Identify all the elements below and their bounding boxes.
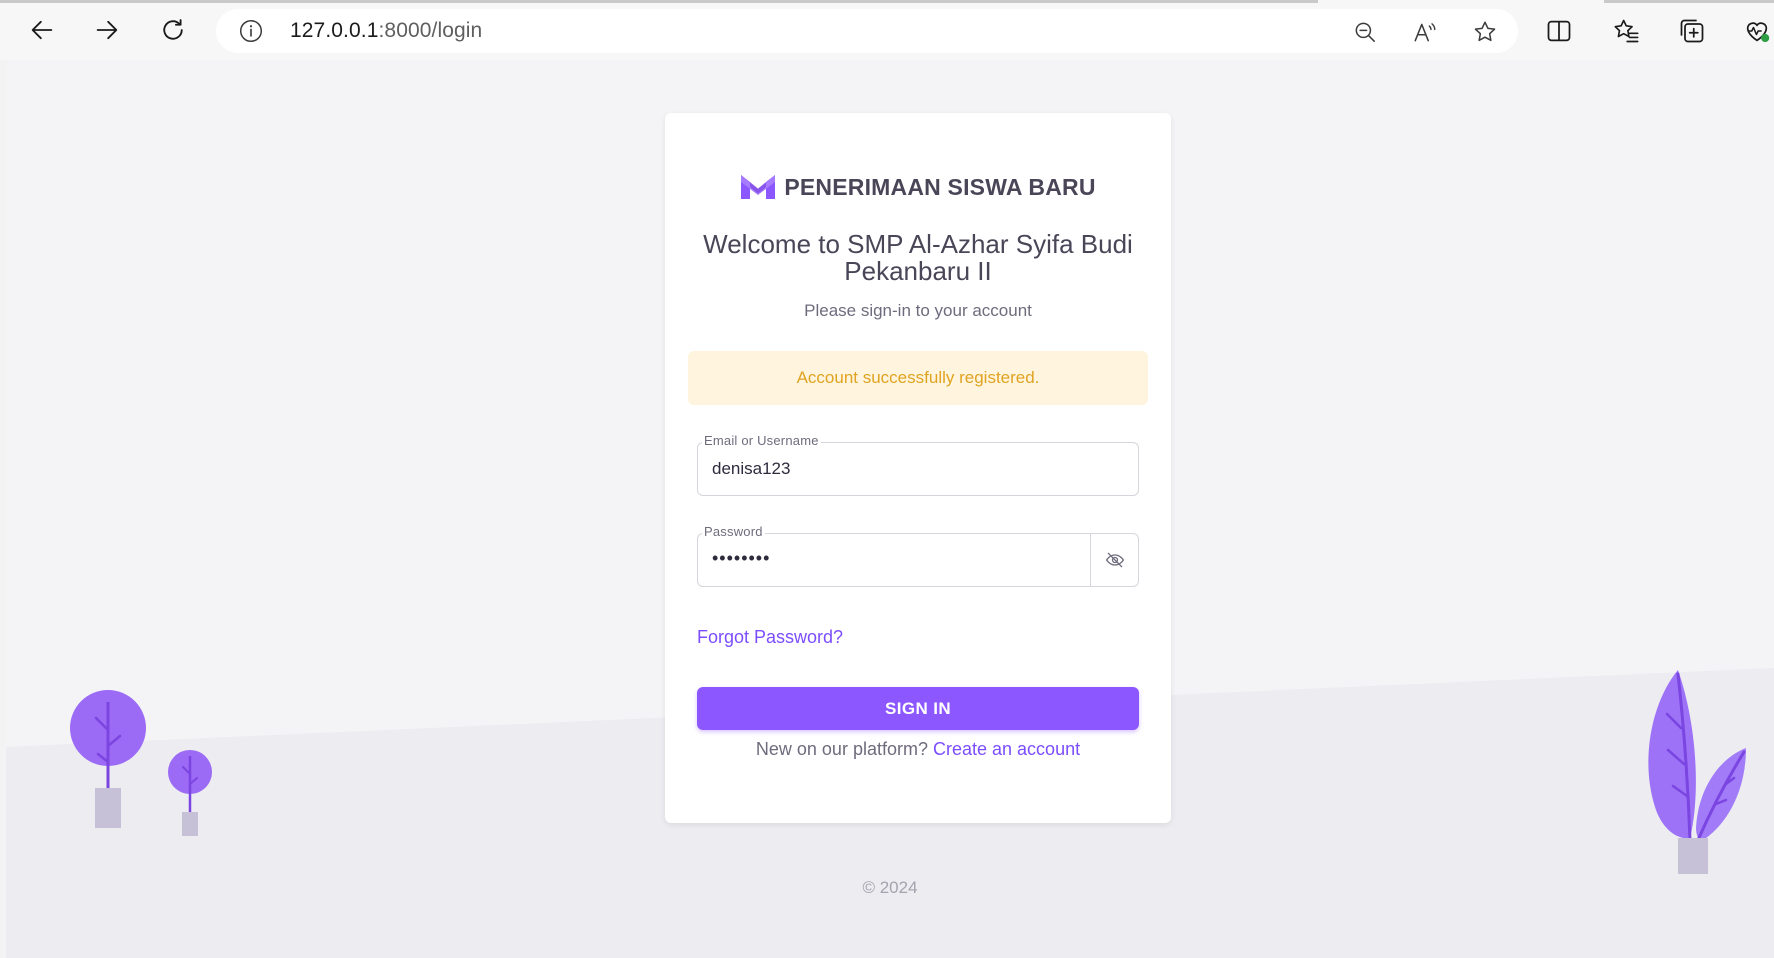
brand-header: PENERIMAAN SISWA BARU <box>665 173 1171 201</box>
password-label: Password <box>702 524 765 539</box>
password-field[interactable]: Password •••••••• <box>697 524 1139 587</box>
read-aloud-icon[interactable] <box>1410 17 1440 47</box>
zoom-out-icon[interactable] <box>1350 17 1380 47</box>
forgot-password-link[interactable]: Forgot Password? <box>697 627 843 648</box>
favorites-list-icon[interactable] <box>1609 14 1643 48</box>
arrow-right-icon <box>96 20 118 40</box>
create-account-link[interactable]: Create an account <box>933 739 1080 759</box>
url-path: :8000/login <box>378 19 483 42</box>
eye-off-icon <box>1105 552 1124 568</box>
arrow-left-icon <box>31 20 53 40</box>
email-field[interactable]: Email or Username denisa123 <box>697 433 1139 496</box>
site-info-icon[interactable] <box>238 18 264 44</box>
url-text[interactable]: 127.0.0.1:8000/login <box>290 19 482 43</box>
plant-left-small-icon <box>168 750 212 836</box>
success-alert: Account successfully registered. <box>688 351 1148 405</box>
refresh-icon <box>163 19 183 40</box>
loading-bar <box>0 0 1318 3</box>
password-input[interactable]: •••••••• <box>712 548 770 569</box>
back-button[interactable] <box>20 10 64 50</box>
register-prompt: New on our platform? Create an account <box>665 739 1171 760</box>
toggle-password-button[interactable] <box>1090 534 1138 586</box>
refresh-button[interactable] <box>151 10 195 50</box>
sign-in-label: SIGN IN <box>884 698 952 718</box>
email-label: Email or Username <box>702 433 821 448</box>
register-text: New on our platform? <box>755 739 928 759</box>
page-viewport: PENERIMAAN SISWA BARU Welcome to SMP Al-… <box>6 60 1774 958</box>
url-host: 127.0.0.1 <box>290 19 379 42</box>
collections-icon[interactable] <box>1675 14 1709 48</box>
forward-button[interactable] <box>85 10 129 50</box>
sign-in-button[interactable]: SIGN IN <box>697 687 1139 730</box>
address-bar[interactable]: 127.0.0.1:8000/login <box>216 9 1518 53</box>
login-card: PENERIMAAN SISWA BARU Welcome to SMP Al-… <box>665 113 1171 823</box>
loading-bar-end <box>1604 0 1774 3</box>
plant-right-icon <box>1648 670 1746 874</box>
alert-text: Account successfully registered. <box>796 368 1040 387</box>
brand-logo-icon <box>741 175 776 199</box>
welcome-heading: Welcome to SMP Al-Azhar Syifa Budi Pekan… <box>703 229 1133 286</box>
split-screen-icon[interactable] <box>1542 14 1576 48</box>
favorite-star-icon[interactable] <box>1470 17 1500 47</box>
browser-toolbar: 127.0.0.1:8000/login <box>0 0 1774 60</box>
browser-essentials-icon[interactable] <box>1740 14 1774 48</box>
copyright-footer: © 2024 <box>862 878 918 897</box>
brand-name: PENERIMAAN SISWA BARU <box>784 173 1096 200</box>
signin-subtitle: Please sign-in to your account <box>804 301 1032 320</box>
email-input[interactable]: denisa123 <box>712 459 790 479</box>
